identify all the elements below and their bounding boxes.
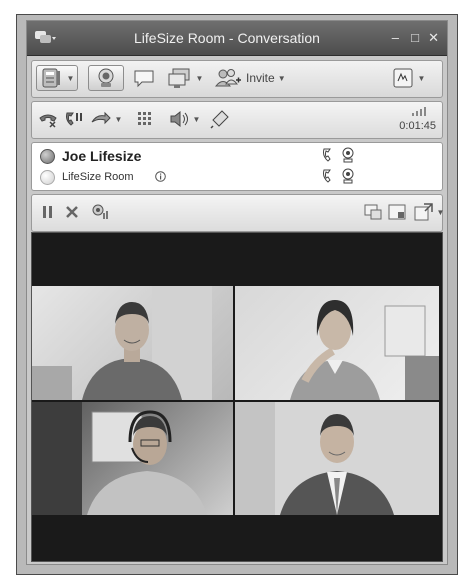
participant-media-icons [322, 146, 358, 164]
video-button[interactable] [88, 65, 124, 91]
minimize-button[interactable]: – [392, 30, 399, 45]
video-controls-bar: ▼ [31, 194, 444, 232]
video-display[interactable] [31, 232, 443, 562]
layout-button[interactable] [386, 199, 408, 225]
dialpad-button[interactable] [132, 106, 158, 132]
popout-icon [414, 203, 434, 221]
call-timer: 0:01:45 [399, 120, 436, 132]
mute-button[interactable] [208, 106, 232, 132]
hang-up-button[interactable] [36, 106, 60, 132]
audio-video-icon [323, 168, 354, 184]
participant-video-3 [32, 402, 207, 515]
pip-button[interactable] [362, 199, 384, 225]
hold-icon [64, 110, 84, 128]
phone-book-icon [40, 67, 64, 89]
contacts-dropdown-arrow[interactable]: ▼ [67, 74, 75, 83]
transfer-button[interactable]: ▼ [90, 106, 122, 132]
microphone-icon [210, 109, 230, 129]
participant-media-icons [322, 167, 358, 185]
participant-row[interactable]: LifeSize Room [40, 167, 434, 187]
window-inner-frame: LifeSize Room - Conversation – □ ✕ ▼ ▼ I… [26, 20, 448, 565]
invite-button[interactable]: Invite ▼ [214, 65, 306, 91]
conversation-window: LifeSize Room - Conversation – □ ✕ ▼ ▼ I… [16, 14, 458, 575]
stop-icon [65, 204, 79, 220]
window-title: LifeSize Room - Conversation [134, 30, 320, 46]
hold-button[interactable] [62, 106, 86, 132]
participant-row[interactable]: Joe Lifesize [40, 146, 434, 166]
notes-dropdown-arrow[interactable]: ▼ [418, 74, 426, 83]
share-screen-button[interactable]: ▼ [164, 65, 206, 91]
notes-button[interactable]: ▼ [382, 65, 434, 91]
main-toolbar: ▼ ▼ Invite ▼ ▼ [31, 60, 443, 98]
webcam-icon [95, 67, 117, 89]
pause-video-button[interactable] [38, 199, 58, 225]
presence-active-icon [40, 149, 55, 164]
participant-video-tile[interactable] [32, 402, 233, 515]
presence-idle-icon [40, 170, 55, 185]
call-controls-bar: ▼ ▼ 0:01:45 [31, 101, 443, 139]
audio-video-icon [323, 147, 354, 163]
speaker-icon [168, 110, 190, 128]
notes-icon [391, 67, 415, 89]
stop-video-button[interactable] [62, 199, 82, 225]
chat-bubble-icon [133, 68, 155, 88]
participant-video-tile[interactable] [32, 286, 233, 400]
participant-video-tile[interactable] [235, 402, 439, 515]
title-bar[interactable]: LifeSize Room - Conversation – □ ✕ [27, 21, 447, 56]
layout-icon [388, 204, 406, 220]
app-menu-icon[interactable] [34, 29, 56, 47]
monitor-share-icon [167, 67, 193, 89]
chat-button[interactable] [130, 65, 158, 91]
close-button[interactable]: ✕ [428, 30, 439, 46]
participant-name: LifeSize Room [62, 171, 134, 183]
picture-in-picture-icon [364, 204, 382, 220]
popout-dropdown-arrow[interactable]: ▼ [437, 208, 445, 217]
transfer-icon [90, 110, 112, 128]
maximize-button[interactable]: □ [411, 30, 419, 45]
dialpad-icon [135, 110, 155, 128]
hang-up-icon [38, 110, 58, 128]
invite-label: Invite [246, 71, 275, 85]
signal-strength-icon [412, 107, 428, 116]
popout-button[interactable]: ▼ [414, 199, 444, 225]
info-icon[interactable] [155, 171, 166, 182]
participants-list: Joe Lifesize LifeSize Room [31, 142, 443, 191]
transfer-dropdown-arrow[interactable]: ▼ [115, 115, 123, 124]
participant-video-1 [32, 286, 212, 400]
add-people-icon [214, 67, 242, 89]
participant-name: Joe Lifesize [62, 148, 142, 164]
share-dropdown-arrow[interactable]: ▼ [196, 74, 204, 83]
volume-dropdown-arrow[interactable]: ▼ [193, 115, 201, 124]
camera-settings-button[interactable] [88, 199, 112, 225]
contacts-button[interactable]: ▼ [36, 65, 78, 91]
invite-dropdown-arrow[interactable]: ▼ [278, 74, 286, 83]
pause-icon [41, 204, 55, 220]
participant-video-2 [290, 300, 439, 400]
volume-button[interactable]: ▼ [166, 106, 202, 132]
camera-settings-icon [90, 203, 110, 221]
participant-video-4 [235, 402, 439, 515]
participant-video-tile[interactable] [235, 286, 439, 400]
